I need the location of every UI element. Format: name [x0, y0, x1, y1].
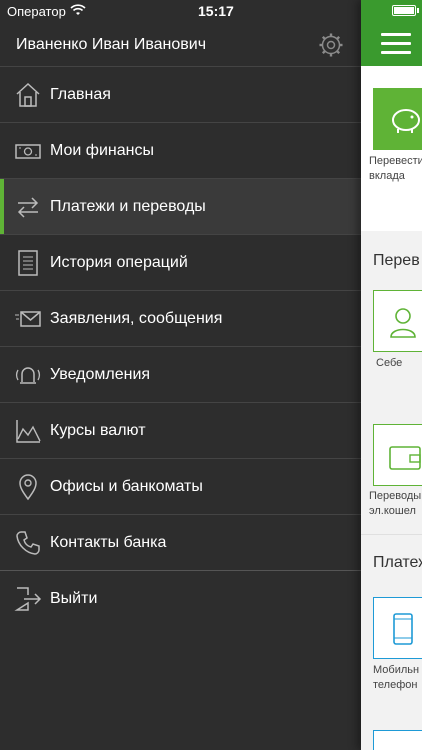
- menu-label: Курсы валют: [50, 421, 146, 439]
- user-name: Иваненко Иван Иванович: [16, 36, 207, 53]
- battery-icon: [392, 5, 416, 16]
- location-pin-icon: [19, 474, 37, 501]
- tile-label: Перевести вклада: [369, 155, 422, 182]
- menu-label: Главная: [50, 85, 111, 103]
- menu-label: Мои финансы: [50, 141, 154, 159]
- piggy-bank-icon: [392, 109, 420, 133]
- logout-button[interactable]: Выйти: [0, 570, 361, 626]
- logout-label: Выйти: [50, 589, 98, 607]
- wifi-icon: [70, 4, 86, 15]
- menu-item-notifications[interactable]: Уведомления: [0, 346, 361, 402]
- logout-icon: [14, 587, 42, 611]
- wallet-icon: [389, 446, 421, 470]
- hamburger-icon[interactable]: [381, 33, 411, 60]
- menu-item-rates[interactable]: Курсы валют: [0, 402, 361, 458]
- menu-item-contacts[interactable]: Контакты банка: [0, 514, 361, 570]
- tile-mobile[interactable]: [373, 597, 422, 659]
- menu-item-payments[interactable]: Платежи и переводы: [0, 178, 361, 234]
- main-content: Перевести вклада Перев Себе Переводы эл.…: [361, 0, 422, 750]
- history-list-icon: [18, 250, 38, 276]
- menu-item-home[interactable]: Главная: [0, 66, 361, 122]
- quick-actions-card: Перевести вклада: [361, 66, 422, 231]
- section-heading: Перев: [373, 252, 420, 269]
- tile-wallets[interactable]: [373, 424, 422, 486]
- transfer-arrows-icon: [17, 197, 39, 218]
- menu-label: Офисы и банкоматы: [50, 477, 203, 495]
- user-header: Иваненко Иван Иванович: [0, 24, 361, 66]
- home-icon: [16, 82, 40, 107]
- tile-label: Себе: [376, 357, 403, 369]
- section-heading: Платеж: [373, 554, 422, 571]
- phone-icon: [16, 531, 40, 555]
- clock: 15:17: [198, 3, 234, 19]
- tile-self[interactable]: [373, 290, 422, 352]
- envelope-icon: [15, 311, 41, 327]
- menu-label: Уведомления: [50, 365, 151, 383]
- status-bar: Оператор 15:17: [0, 0, 422, 22]
- user-icon: [390, 308, 416, 338]
- tile-label: Переводы эл.кошел: [369, 490, 422, 517]
- menu-label: Контакты банка: [50, 533, 167, 551]
- chart-icon: [16, 420, 41, 443]
- menu-item-offices[interactable]: Офисы и банкоматы: [0, 458, 361, 514]
- tile-label: Мобильн телефон: [373, 664, 420, 691]
- carrier-label: Оператор: [7, 4, 66, 19]
- mobile-phone-icon: [393, 613, 413, 645]
- menu-item-messages[interactable]: Заявления, сообщения: [0, 290, 361, 346]
- menu-label: История операций: [50, 253, 188, 271]
- gear-icon[interactable]: [318, 32, 344, 58]
- menu-item-finances[interactable]: Мои финансы: [0, 122, 361, 178]
- tile-next[interactable]: [373, 730, 422, 750]
- side-menu: Иваненко Иван Иванович Главная Мои финан…: [0, 0, 361, 750]
- bell-icon: [16, 367, 40, 384]
- money-icon: [15, 144, 41, 159]
- menu-label: Платежи и переводы: [50, 197, 206, 215]
- menu-list: Главная Мои финансы Платежи и переводы И…: [0, 66, 361, 626]
- tile-deposit[interactable]: [373, 88, 422, 150]
- menu-item-history[interactable]: История операций: [0, 234, 361, 290]
- menu-label: Заявления, сообщения: [50, 309, 223, 327]
